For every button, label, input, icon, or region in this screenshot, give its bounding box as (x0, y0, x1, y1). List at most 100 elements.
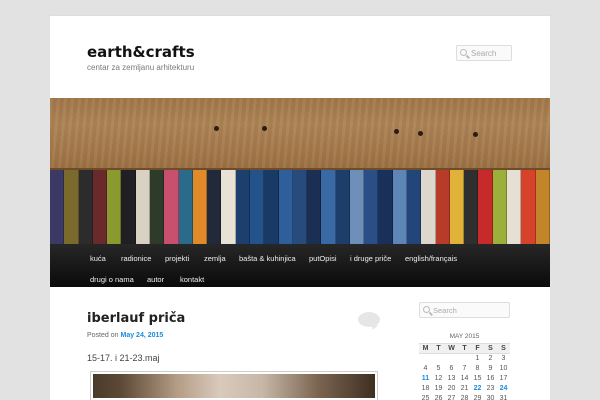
banner-wall-hole (473, 132, 478, 137)
nav-item-basta-kuhinjica[interactable]: bašta & kuhinjica (239, 254, 296, 263)
calendar-empty-cell (458, 354, 471, 364)
banner-cloth (192, 170, 208, 244)
calendar-weekday: S (497, 343, 510, 354)
banner-cloth (278, 170, 293, 244)
banner-cloth (507, 170, 522, 244)
calendar-weekday: W (445, 343, 458, 354)
nav-item-autor[interactable]: autor (147, 275, 164, 284)
banner-cloth (335, 170, 350, 244)
banner-cloth (364, 170, 379, 244)
banner-wall-hole (418, 131, 423, 136)
banner-cloth (492, 170, 507, 244)
calendar-day: 7 (462, 365, 467, 372)
banner-cloth (121, 170, 136, 244)
calendar-day: 29 (473, 395, 482, 400)
calendar-day: 15 (473, 375, 482, 382)
calendar-day: 1 (475, 355, 480, 363)
calendar-day: 18 (421, 385, 430, 392)
banner-cloth (307, 170, 322, 244)
banner-cloth (521, 170, 536, 244)
nav-item-projekti[interactable]: projekti (165, 254, 189, 263)
banner-cloth (50, 170, 65, 244)
calendar-day[interactable]: 11 (419, 374, 432, 384)
post-title[interactable]: iberlauf priča (87, 311, 185, 326)
calendar-table: M T W T F S S 1 2 3 4 5 6 7 8 9 10 11 12 13 14 15 16 17 1… (419, 343, 510, 400)
calendar-week-row: 18 19 20 21 22 23 24 (419, 384, 510, 394)
header-search-input[interactable]: Search (456, 45, 512, 61)
banner-cloth (221, 170, 236, 244)
banner-cloths (50, 170, 550, 244)
banner-cloth (107, 170, 122, 244)
calendar-day: 6 (449, 365, 454, 372)
calendar-day: 3 (501, 355, 506, 363)
calendar-day: 27 (447, 395, 456, 400)
calendar-week-row: 123 (419, 354, 510, 364)
calendar-day: 25 (421, 395, 430, 400)
banner-cloth (449, 170, 465, 244)
banner-cloth (135, 170, 150, 244)
sidebar-search-placeholder: Search (433, 306, 457, 315)
calendar-day: 23 (486, 385, 495, 392)
nav-item-putopisi[interactable]: putOpisi (309, 254, 337, 263)
sidebar-search-input[interactable]: Search (419, 302, 510, 318)
comment-bubble-icon[interactable] (358, 312, 380, 327)
search-icon (460, 49, 467, 56)
banner-cloth (392, 170, 408, 244)
nav-item-kuca[interactable]: kuća (90, 254, 106, 263)
post-text: 15-17. i 21-23.maj (87, 353, 160, 363)
calendar-weekday: M (419, 343, 432, 354)
calendar-day: 2 (488, 355, 493, 363)
site-title[interactable]: earth&crafts (87, 43, 195, 61)
nav-item-kontakt[interactable]: kontakt (180, 275, 204, 284)
banner-wall-hole (214, 126, 219, 131)
banner-cloth (178, 170, 193, 244)
nav-item-radionice[interactable]: radionice (121, 254, 151, 263)
page: earth&crafts centar za zemljanu arhitekt… (50, 15, 550, 400)
calendar-weekday-row: M T W T F S S (419, 343, 510, 354)
main-navigation: kuća radionice projekti zemlja bašta & k… (50, 244, 550, 287)
calendar-day: 17 (499, 375, 508, 382)
nav-item-zemlja[interactable]: zemlja (204, 254, 226, 263)
calendar-day: 5 (436, 365, 441, 372)
banner-cloth (92, 170, 108, 244)
banner-wall-hole (262, 126, 267, 131)
calendar-day: 9 (488, 365, 493, 372)
post-image[interactable] (90, 371, 378, 400)
site-description: centar za zemljanu arhitekturu (87, 63, 195, 72)
calendar-day: 21 (460, 385, 469, 392)
banner-cloth (321, 170, 336, 244)
calendar-week-row: 4 5 6 7 8 9 10 (419, 364, 510, 374)
calendar-day: 4 (423, 365, 428, 372)
banner-cloth (64, 170, 79, 244)
nav-item-druge-price[interactable]: i druge priče (350, 254, 391, 263)
nav-item-english-francais[interactable]: english/français (405, 254, 457, 263)
calendar-day[interactable]: 22 (471, 384, 484, 394)
banner-cloth (407, 170, 422, 244)
calendar-week-row: 25 26 27 28 29 30 31 (419, 394, 510, 400)
banner-cloth (164, 170, 179, 244)
nav-item-drugi-o-nama[interactable]: drugi o nama (90, 275, 134, 284)
calendar-day: 14 (460, 375, 469, 382)
calendar-weekday: S (484, 343, 497, 354)
calendar-empty-cell (445, 354, 458, 364)
calendar-day: 26 (434, 395, 443, 400)
banner-cloth (435, 170, 450, 244)
calendar-empty-cell (432, 354, 445, 364)
calendar-body: 1 2 3 4 5 6 7 8 9 10 11 12 13 14 15 16 17 18 19 20 21 22 23 24 2… (419, 354, 510, 400)
calendar-day: 13 (447, 375, 456, 382)
calendar-day: 8 (475, 365, 480, 372)
banner-cloth (78, 170, 93, 244)
calendar-day: 20 (447, 385, 456, 392)
calendar-day: 16 (486, 375, 495, 382)
banner-wall-hole (394, 129, 399, 134)
calendar-day[interactable]: 24 (497, 384, 510, 394)
calendar-week-row: 11 12 13 14 15 16 17 (419, 374, 510, 384)
header-banner-image (50, 98, 550, 244)
calendar-day: 10 (499, 365, 508, 372)
banner-cloth (235, 170, 250, 244)
header-search-placeholder: Search (471, 49, 497, 58)
calendar-caption: MAY 2015 (449, 333, 480, 340)
post-date-link[interactable]: May 24, 2015 (120, 332, 163, 339)
banner-cloth (464, 170, 479, 244)
post-photo (93, 374, 375, 398)
